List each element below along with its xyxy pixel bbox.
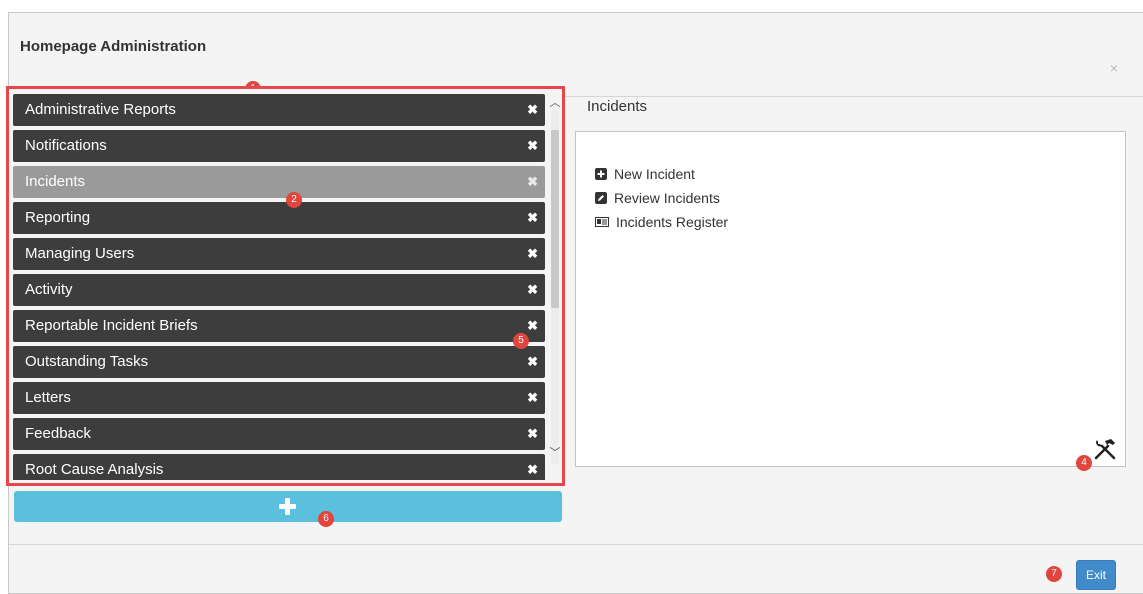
exit-button[interactable]: Exit: [1076, 560, 1116, 590]
list-item-label: Reporting: [25, 209, 91, 226]
list-item-selected[interactable]: Incidents ✖: [13, 166, 545, 198]
callout-badge-2: 2: [286, 192, 302, 208]
list-item[interactable]: Managing Users ✖: [13, 238, 545, 270]
list-item[interactable]: Activity ✖: [13, 274, 545, 306]
list-item-label: Letters: [25, 389, 71, 406]
list-item-label: Feedback: [25, 425, 91, 442]
plus-square-icon: [595, 168, 607, 180]
remove-icon[interactable]: ✖: [527, 418, 538, 450]
link-label: Incidents Register: [616, 214, 729, 230]
list-item-label: Notifications: [25, 137, 107, 154]
remove-icon[interactable]: ✖: [527, 382, 538, 414]
callout-badge-7: 7: [1046, 566, 1062, 582]
remove-icon[interactable]: ✖: [527, 94, 538, 126]
add-section-button[interactable]: [14, 491, 562, 522]
section-list-frame: Administrative Reports ✖ Notifications ✖…: [6, 86, 565, 486]
list-item[interactable]: Feedback ✖: [13, 418, 545, 450]
list-item-label: Administrative Reports: [25, 101, 176, 118]
list-item-label: Outstanding Tasks: [25, 353, 149, 370]
list-item-label: Reportable Incident Briefs: [25, 317, 198, 334]
remove-icon[interactable]: ✖: [527, 166, 538, 198]
scroll-thumb[interactable]: [551, 130, 559, 308]
remove-icon[interactable]: ✖: [527, 310, 538, 342]
link-label: Review Incidents: [614, 190, 720, 206]
modal-footer: Exit: [9, 544, 1143, 593]
callout-badge-5: 5: [513, 333, 529, 349]
incidents-register-link[interactable]: Incidents Register: [595, 214, 728, 230]
list-item[interactable]: Administrative Reports ✖: [13, 94, 545, 126]
plus-icon: [279, 498, 296, 515]
review-incidents-link[interactable]: Review Incidents: [595, 190, 720, 206]
link-label: New Incident: [614, 166, 695, 182]
hammer-wrench-icon[interactable]: [1093, 437, 1117, 461]
modal-title: Homepage Administration: [20, 38, 207, 55]
list-item-label: Root Cause Analysis: [25, 461, 164, 478]
modal-header: Homepage Administration ×: [9, 13, 1143, 97]
chevron-up-icon[interactable]: ︿: [549, 96, 561, 110]
list-item-label: Managing Users: [25, 245, 135, 262]
remove-icon[interactable]: ✖: [527, 346, 538, 378]
list-scrollbar[interactable]: ︿ ﹀: [549, 94, 561, 480]
list-item[interactable]: Outstanding Tasks ✖: [13, 346, 545, 378]
list-item[interactable]: Reportable Incident Briefs ✖: [13, 310, 545, 342]
panel-title: Incidents: [587, 98, 648, 115]
chevron-down-icon[interactable]: ﹀: [549, 446, 561, 460]
new-incident-link[interactable]: New Incident: [595, 166, 695, 182]
list-item[interactable]: Root Cause Analysis ✖: [13, 454, 545, 480]
incidents-panel: New Incident Review Incidents Incidents …: [575, 131, 1126, 467]
remove-icon[interactable]: ✖: [527, 454, 538, 480]
list-item[interactable]: Notifications ✖: [13, 130, 545, 162]
section-list: Administrative Reports ✖ Notifications ✖…: [13, 94, 545, 480]
remove-icon[interactable]: ✖: [527, 238, 538, 270]
remove-icon[interactable]: ✖: [527, 202, 538, 234]
close-icon[interactable]: ×: [1110, 61, 1118, 75]
list-item-label: Activity: [25, 281, 73, 298]
list-item[interactable]: Letters ✖: [13, 382, 545, 414]
callout-badge-4: 4: [1076, 455, 1092, 471]
register-icon: [595, 217, 609, 227]
remove-icon[interactable]: ✖: [527, 274, 538, 306]
remove-icon[interactable]: ✖: [527, 130, 538, 162]
edit-square-icon: [595, 192, 607, 204]
callout-badge-6: 6: [318, 511, 334, 527]
list-item[interactable]: Reporting ✖: [13, 202, 545, 234]
list-item-label: Incidents: [25, 173, 86, 190]
